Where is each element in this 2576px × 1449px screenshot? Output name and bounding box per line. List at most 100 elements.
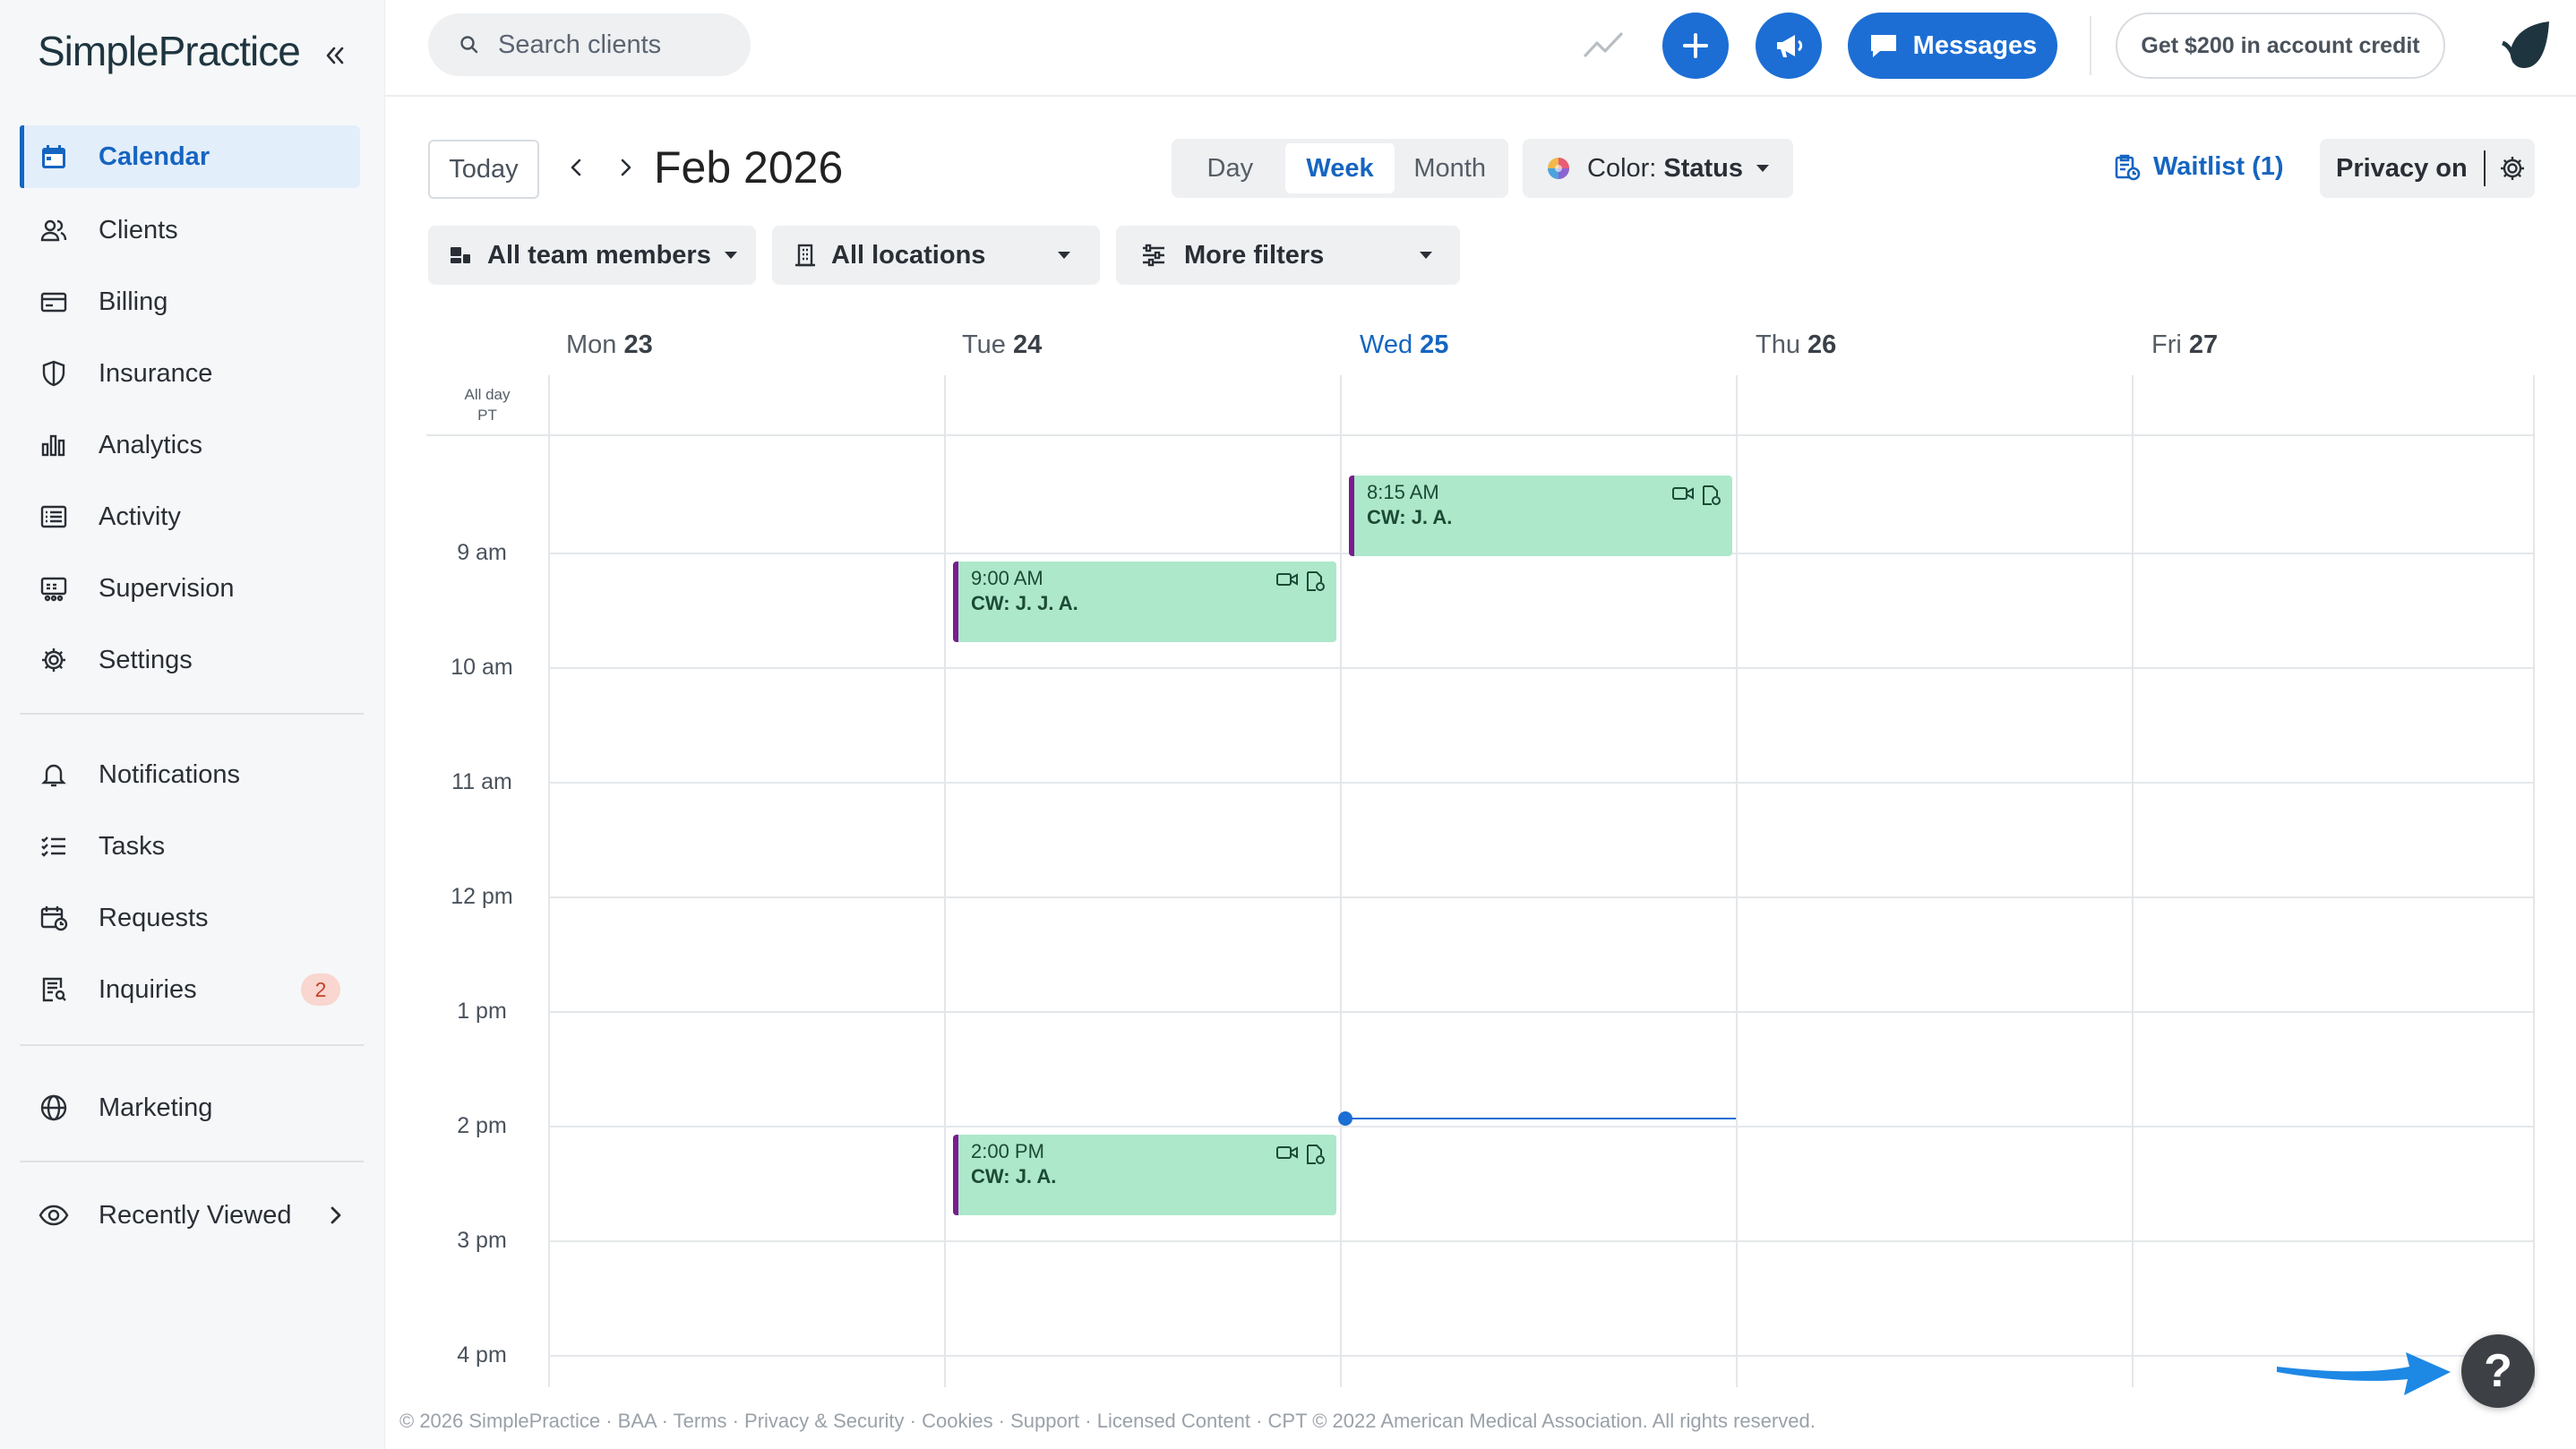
privacy-divider bbox=[2483, 150, 2486, 186]
current-time-dot bbox=[1338, 1111, 1352, 1126]
next-week-button[interactable] bbox=[610, 152, 640, 183]
sidebar-item-label: Clients bbox=[99, 215, 178, 244]
chevron-left-icon bbox=[571, 159, 581, 176]
leaf-avatar-icon bbox=[2501, 21, 2549, 68]
privacy-label: Privacy on bbox=[2336, 153, 2468, 183]
privacy-toggle[interactable]: Privacy on bbox=[2320, 139, 2535, 198]
appointment-tue-900[interactable]: 9:00 AM CW: J. J. A. bbox=[953, 562, 1336, 642]
sidebar-item-billing[interactable]: Billing bbox=[20, 270, 360, 333]
view-month-button[interactable]: Month bbox=[1395, 143, 1505, 193]
day-header-wed[interactable]: Wed 25 bbox=[1360, 330, 1448, 360]
topbar-divider bbox=[2090, 16, 2091, 75]
sidebar-item-insurance[interactable]: Insurance bbox=[20, 342, 360, 405]
shield-icon bbox=[38, 357, 70, 390]
color-by-dropdown[interactable]: Color: Status bbox=[1523, 139, 1793, 198]
column-line bbox=[1340, 375, 1342, 1387]
search-input[interactable] bbox=[498, 30, 731, 60]
team-members-filter[interactable]: All team members bbox=[428, 226, 756, 285]
waitlist-icon bbox=[2115, 154, 2141, 180]
color-wheel-icon bbox=[1548, 158, 1569, 179]
profile-avatar[interactable] bbox=[2497, 16, 2556, 80]
waitlist-button[interactable]: Waitlist (1) bbox=[2114, 152, 2284, 182]
search-icon bbox=[460, 36, 478, 54]
today-button[interactable]: Today bbox=[428, 140, 539, 199]
sidebar-item-activity[interactable]: Activity bbox=[20, 485, 360, 548]
document-status-icon bbox=[1307, 1145, 1325, 1164]
simplepractice-logo[interactable]: SimplePractice bbox=[38, 27, 301, 75]
messages-button[interactable]: Messages bbox=[1848, 13, 2057, 79]
collapse-sidebar-button[interactable] bbox=[317, 38, 353, 73]
gear-icon bbox=[38, 644, 70, 676]
add-button[interactable] bbox=[1662, 13, 1729, 79]
more-filters-dropdown[interactable]: More filters bbox=[1116, 226, 1460, 285]
calendar-icon bbox=[38, 141, 70, 173]
day-header-thu[interactable]: Thu 26 bbox=[1756, 330, 1836, 360]
hour-line bbox=[548, 1355, 2535, 1357]
footer-legal: © 2026 SimplePractice · BAA · Terms · Pr… bbox=[399, 1410, 1816, 1432]
pointer-arrow-icon bbox=[2277, 1352, 2451, 1395]
account-credit-button[interactable]: Get $200 in account credit bbox=[2116, 13, 2445, 79]
waitlist-label: Waitlist (1) bbox=[2153, 152, 2284, 181]
sidebar-item-tasks[interactable]: Tasks bbox=[20, 815, 360, 878]
view-day-button[interactable]: Day bbox=[1175, 143, 1285, 193]
previous-week-button[interactable] bbox=[562, 152, 592, 183]
billing-icon bbox=[38, 286, 70, 318]
caret-down-icon bbox=[724, 252, 737, 259]
document-status-icon bbox=[1703, 485, 1721, 505]
appointment-tue-200[interactable]: 2:00 PM CW: J. A. bbox=[953, 1135, 1336, 1215]
sidebar: SimplePractice Calendar Clients Billing … bbox=[0, 0, 385, 1449]
locations-filter[interactable]: All locations bbox=[772, 226, 1100, 285]
sidebar-item-supervision[interactable]: Supervision bbox=[20, 557, 360, 620]
sidebar-item-marketing[interactable]: Marketing bbox=[20, 1076, 360, 1139]
column-line bbox=[1736, 375, 1738, 1387]
sidebar-divider bbox=[20, 713, 364, 715]
gear-icon[interactable] bbox=[2498, 154, 2527, 183]
day-header-mon[interactable]: Mon 23 bbox=[566, 330, 653, 360]
appointment-wed-815[interactable]: 8:15 AM CW: J. A. bbox=[1349, 476, 1732, 556]
hour-line bbox=[548, 1011, 2535, 1013]
column-line bbox=[548, 375, 550, 1387]
current-time-line bbox=[1347, 1118, 1736, 1119]
sidebar-divider bbox=[20, 1161, 364, 1162]
caret-down-icon bbox=[1058, 252, 1070, 259]
column-line bbox=[944, 375, 946, 1387]
sidebar-item-inquiries[interactable]: Inquiries 2 bbox=[20, 958, 360, 1021]
sidebar-item-label: Billing bbox=[99, 287, 168, 316]
sidebar-item-calendar[interactable]: Calendar bbox=[20, 125, 360, 188]
sidebar-item-requests[interactable]: Requests bbox=[20, 887, 360, 949]
sidebar-item-recently-viewed[interactable]: Recently Viewed bbox=[20, 1184, 360, 1247]
trend-chart-icon[interactable] bbox=[1582, 27, 1625, 67]
day-header-tue[interactable]: Tue 24 bbox=[962, 330, 1042, 360]
sidebar-item-clients[interactable]: Clients bbox=[20, 199, 360, 262]
hour-line bbox=[548, 782, 2535, 784]
requests-icon bbox=[38, 902, 70, 934]
bell-icon bbox=[38, 759, 70, 791]
list-icon bbox=[38, 501, 70, 533]
day-header-fri[interactable]: Fri 27 bbox=[2151, 330, 2218, 360]
time-label: 2 pm bbox=[457, 1113, 507, 1138]
time-label: 4 pm bbox=[457, 1342, 507, 1368]
help-button[interactable]: ? bbox=[2461, 1334, 2535, 1408]
sidebar-item-analytics[interactable]: Analytics bbox=[20, 414, 360, 476]
view-week-button[interactable]: Week bbox=[1284, 143, 1395, 193]
sidebar-item-label: Tasks bbox=[99, 831, 166, 861]
document-status-icon bbox=[1307, 571, 1325, 591]
time-label: 3 pm bbox=[457, 1228, 507, 1253]
color-prefix: Color: bbox=[1587, 153, 1657, 183]
view-switcher: Day Week Month bbox=[1172, 139, 1508, 198]
month-title: Feb 2026 bbox=[654, 142, 844, 193]
all-day-divider bbox=[426, 434, 2535, 436]
caret-down-icon bbox=[1420, 252, 1432, 259]
announcements-button[interactable] bbox=[1756, 13, 1822, 79]
sidebar-item-label: Marketing bbox=[99, 1093, 213, 1122]
search-box[interactable] bbox=[428, 13, 751, 76]
sidebar-item-label: Requests bbox=[99, 903, 209, 932]
time-label: 9 am bbox=[457, 540, 507, 565]
video-icon bbox=[1276, 1146, 1298, 1159]
time-label: 11 am bbox=[451, 769, 512, 794]
double-chevron-left-icon bbox=[326, 47, 344, 64]
sidebar-item-settings[interactable]: Settings bbox=[20, 629, 360, 691]
sidebar-item-notifications[interactable]: Notifications bbox=[20, 743, 360, 806]
hour-line bbox=[548, 1240, 2535, 1242]
team-icon bbox=[451, 247, 470, 263]
